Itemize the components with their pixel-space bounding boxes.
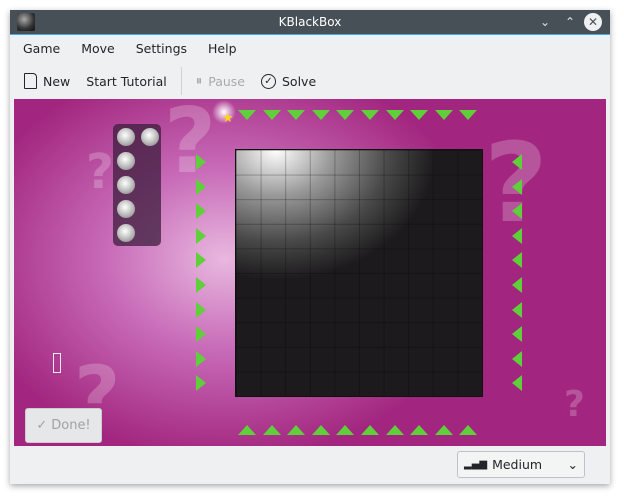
ball-icon	[141, 128, 159, 146]
maximize-icon[interactable]: ⌃	[561, 13, 579, 31]
ball-icon	[117, 224, 135, 242]
laser-entry-arrow-up[interactable]	[434, 425, 453, 435]
close-icon[interactable]: ✕	[584, 13, 602, 31]
check-icon: ✓	[36, 418, 48, 433]
question-mark-decoration: ?	[86, 144, 114, 200]
ball-icon	[117, 200, 135, 218]
laser-entry-arrow-right[interactable]	[196, 227, 206, 244]
menu-move[interactable]: Move	[68, 35, 123, 63]
laser-entry-arrow-left[interactable]	[512, 375, 522, 392]
laser-entry-arrow-right[interactable]	[196, 326, 206, 343]
laser-entry-arrow-down[interactable]	[238, 110, 256, 120]
laser-entry-arrow-right[interactable]	[196, 252, 206, 269]
menu-settings[interactable]: Settings	[123, 35, 195, 63]
question-mark-decoration: ?	[164, 99, 217, 194]
difficulty-bars-icon: ▂▄▆	[464, 459, 488, 470]
pause-icon: ⏸	[195, 73, 203, 89]
minimize-icon[interactable]: ⌄	[536, 13, 554, 31]
menu-bar: Game Move Settings Help	[10, 35, 245, 63]
laser-entry-arrow-right[interactable]	[196, 277, 206, 293]
laser-entry-arrow-left[interactable]	[512, 301, 522, 318]
laser-entry-arrow-up[interactable]	[311, 425, 330, 435]
laser-entry-arrow-left[interactable]	[512, 154, 522, 170]
laser-entry-arrow-up[interactable]	[459, 425, 478, 435]
window: KBlackBox ⌄ ⌃ ✕ Game Move Settings Help …	[10, 10, 610, 484]
ball-tray	[113, 124, 161, 246]
start-tutorial-button[interactable]: Start Tutorial	[78, 74, 174, 89]
laser-entry-arrow-right[interactable]	[196, 154, 206, 170]
laser-entry-arrow-up[interactable]	[287, 425, 306, 435]
laser-entry-arrow-down[interactable]	[287, 110, 306, 120]
laser-entry-arrow-right[interactable]	[196, 178, 206, 195]
ball-icon	[117, 128, 135, 146]
laser-entry-arrow-up[interactable]	[262, 425, 281, 435]
laser-entry-arrow-left[interactable]	[512, 178, 522, 195]
laser-entry-arrow-left[interactable]	[512, 326, 522, 343]
laser-entry-arrow-left[interactable]	[512, 277, 522, 293]
new-document-icon	[24, 73, 37, 89]
laser-entry-arrow-right[interactable]	[196, 350, 206, 367]
black-box-board[interactable]	[235, 149, 483, 397]
difficulty-select[interactable]: ▂▄▆ Medium ⌄	[457, 451, 585, 478]
laser-entry-arrow-up[interactable]	[385, 425, 404, 435]
done-button[interactable]: ✓ Done!	[25, 408, 102, 443]
laser-entry-arrow-down[interactable]	[311, 110, 330, 120]
laser-entry-arrow-down[interactable]	[336, 110, 355, 120]
pause-button[interactable]: ⏸ Pause	[188, 74, 253, 89]
status-bar: ▂▄▆ Medium ⌄	[10, 446, 610, 484]
solve-button[interactable]: ✓ Solve	[253, 73, 324, 89]
laser-entry-arrow-up[interactable]	[361, 425, 379, 435]
laser-entry-arrow-up[interactable]	[336, 425, 355, 435]
ball-icon	[117, 176, 135, 194]
laser-entry-arrow-up[interactable]	[238, 425, 256, 435]
laser-entry-arrow-down[interactable]	[434, 110, 453, 120]
laser-entry-arrow-left[interactable]	[512, 252, 522, 269]
chevron-down-icon: ⌄	[567, 457, 578, 472]
ball-icon	[117, 152, 135, 170]
laser-entry-arrow-left[interactable]	[512, 350, 522, 367]
laser-entry-arrow-left[interactable]	[512, 203, 522, 220]
laser-entry-arrow-down[interactable]	[385, 110, 404, 120]
app-icon	[17, 13, 35, 31]
laser-entry-arrow-up[interactable]	[410, 425, 429, 435]
star-icon: ★	[222, 111, 234, 126]
laser-entry-arrow-right[interactable]	[196, 375, 206, 392]
question-mark-decoration: ?	[564, 384, 585, 425]
toolbar-separator	[180, 67, 182, 95]
toolbar: New Start Tutorial ⏸ Pause ✓ Solve	[10, 63, 610, 99]
new-button[interactable]: New	[10, 73, 78, 89]
laser-entry-arrow-down[interactable]	[361, 110, 379, 120]
check-circle-icon: ✓	[261, 73, 276, 89]
laser-icon	[53, 353, 61, 373]
laser-entry-arrow-right[interactable]	[196, 301, 206, 318]
window-title: KBlackBox	[278, 15, 342, 29]
game-area[interactable]: ? ? ? ? ? ★ ✓ Done!	[14, 99, 606, 446]
menu-game[interactable]: Game	[10, 35, 68, 63]
title-bar: KBlackBox ⌄ ⌃ ✕	[10, 10, 610, 35]
laser-entry-arrow-down[interactable]	[262, 110, 281, 120]
laser-entry-arrow-down[interactable]	[410, 110, 429, 120]
laser-entry-arrow-down[interactable]	[459, 110, 478, 120]
laser-entry-arrow-left[interactable]	[512, 227, 522, 244]
menu-help[interactable]: Help	[195, 35, 245, 63]
laser-entry-arrow-right[interactable]	[196, 203, 206, 220]
